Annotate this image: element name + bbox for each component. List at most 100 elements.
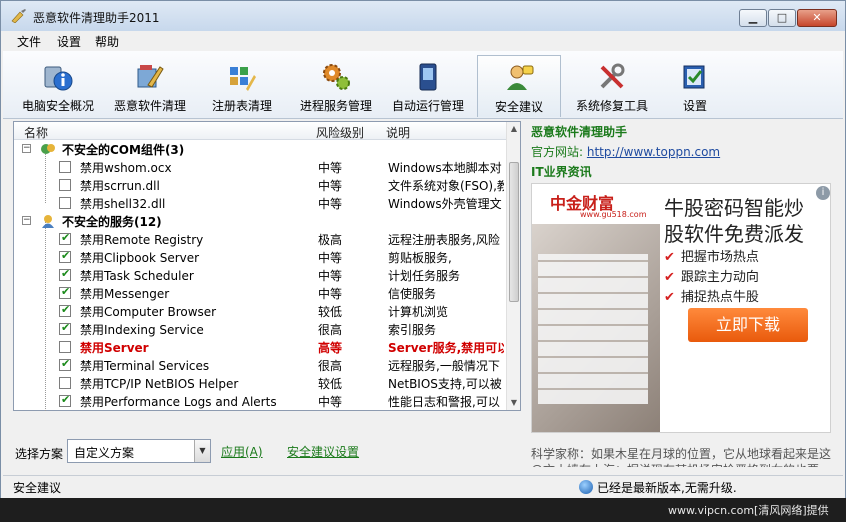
check-icon: ✔: [664, 250, 675, 265]
table-row[interactable]: 禁用shell32.dll 中等 Windows外壳管理文: [14, 194, 506, 212]
column-description[interactable]: 说明: [386, 124, 410, 141]
tools-icon: [600, 63, 625, 89]
collapse-icon[interactable]: −: [22, 216, 31, 225]
row-desc: 远程注册表服务,风险: [388, 233, 500, 247]
scheme-label: 选择方案: [15, 447, 64, 461]
chevron-down-icon[interactable]: ▼: [194, 440, 210, 462]
row-checkbox[interactable]: [59, 161, 71, 173]
table-row-highlighted[interactable]: 禁用Server 高等 Server服务,禁用可以: [14, 338, 506, 356]
column-name[interactable]: 名称: [24, 124, 48, 141]
status-text: 安全建议: [13, 481, 62, 495]
row-checkbox[interactable]: [59, 249, 71, 263]
table-row[interactable]: 禁用Messenger 中等 信使服务: [14, 284, 506, 302]
table-row[interactable]: 禁用scrrun.dll 中等 文件系统对象(FSO),教: [14, 176, 506, 194]
row-level: 很高: [318, 359, 343, 373]
row-checkbox[interactable]: [59, 179, 71, 191]
row-checkbox[interactable]: [59, 321, 71, 335]
row-checkbox[interactable]: [59, 303, 71, 317]
table-row[interactable]: 禁用Remote Registry 极高 远程注册表服务,风险: [14, 230, 506, 248]
info-panel: 恶意软件清理助手 官方网站: http://www.toppn.com IT业界…: [523, 121, 841, 467]
vertical-scrollbar[interactable]: ▲ ▼: [506, 122, 520, 410]
row-level: 中等: [318, 251, 343, 265]
news-ticker-item[interactable]: 科学家称：如果木星在月球的位置，它从地球看起来是这: [531, 445, 831, 462]
tool-settings[interactable]: 设置: [663, 55, 727, 117]
row-checkbox[interactable]: [59, 341, 71, 353]
broom-icon: [137, 65, 164, 88]
group-com[interactable]: − 不安全的COM组件(3): [14, 140, 506, 158]
maximize-button[interactable]: □: [768, 9, 796, 27]
official-site-label: 官方网站:: [531, 145, 584, 159]
row-level: 极高: [318, 233, 343, 247]
table-row[interactable]: 禁用Computer Browser 较低 计算机浏览: [14, 302, 506, 320]
table-row[interactable]: 禁用Performance Logs and Alerts 中等 性能日志和警报,可…: [14, 392, 506, 410]
scroll-thumb[interactable]: [509, 162, 519, 302]
official-site-link[interactable]: http://www.toppn.com: [587, 145, 720, 159]
row-level: 较低: [318, 305, 343, 319]
tree-rows: − 不安全的COM组件(3) 禁用wshom.ocx 中等 Windows本地脚本对…: [14, 140, 506, 412]
table-row[interactable]: 禁用Terminal Services 很高 远程服务,一般情况下: [14, 356, 506, 374]
table-row[interactable]: 禁用Indexing Service 很高 索引服务: [14, 320, 506, 338]
tool-security-advice[interactable]: 安全建议: [477, 55, 561, 117]
maximize-icon: □: [776, 11, 788, 24]
row-name: 禁用shell32.dll: [80, 197, 166, 211]
row-checkbox[interactable]: [59, 267, 71, 281]
row-name: 禁用Remote Registry: [80, 233, 204, 247]
column-risk-level[interactable]: 风险级别: [316, 124, 364, 141]
menu-settings[interactable]: 设置: [57, 33, 81, 50]
advice-settings-link[interactable]: 安全建议设置: [287, 443, 359, 460]
news-ticker-item[interactable]: @文小嫱在上海：据说现在某机场安检严格到女的也要: [531, 461, 819, 467]
tool-label: 系统修复工具: [575, 99, 648, 113]
app-name-label: 恶意软件清理助手: [531, 125, 628, 139]
tool-security-overview[interactable]: 电脑安全概况: [17, 55, 99, 117]
menu-file[interactable]: 文件: [17, 33, 41, 50]
ad-headline-1: 牛股密码智能炒: [664, 196, 804, 220]
close-icon: ✕: [812, 11, 822, 24]
ad-banner[interactable]: 中金财富 www.gu518.com i 牛股密码智能炒 股软件免费派发 ✔ 把握…: [531, 183, 831, 433]
group-services[interactable]: − 不安全的服务(12): [14, 212, 506, 230]
row-level: 很高: [318, 323, 343, 337]
tool-registry-cleanup[interactable]: 注册表清理: [201, 55, 283, 117]
tool-label: 注册表清理: [211, 99, 272, 113]
table-row[interactable]: 禁用wshom.ocx 中等 Windows本地脚本对: [14, 158, 506, 176]
row-checkbox[interactable]: [59, 357, 71, 371]
tool-process-service[interactable]: 进程服务管理: [293, 55, 379, 117]
table-row[interactable]: 禁用Task Scheduler 中等 计划任务服务: [14, 266, 506, 284]
close-button[interactable]: ✕: [797, 9, 837, 27]
row-checkbox[interactable]: [59, 393, 71, 407]
tool-system-repair[interactable]: 系统修复工具: [569, 55, 655, 117]
registry-icon: [230, 67, 256, 91]
app-broom-icon: [11, 9, 26, 23]
row-checkbox[interactable]: [59, 231, 71, 245]
tool-malware-cleanup[interactable]: 恶意软件清理: [107, 55, 193, 117]
collapse-icon[interactable]: −: [22, 144, 31, 153]
row-level: 高等: [318, 341, 343, 355]
ad-info-icon[interactable]: i: [816, 186, 830, 200]
minimize-button[interactable]: ▁: [739, 9, 767, 27]
title-bar[interactable]: 恶意软件清理助手2011 ▁ □ ✕: [1, 1, 845, 31]
row-name: 禁用Computer Browser: [80, 305, 217, 319]
ad-headline-2: 股软件免费派发: [664, 222, 804, 246]
scroll-down-icon[interactable]: ▼: [507, 396, 521, 410]
apply-link[interactable]: 应用(A): [221, 443, 263, 460]
tool-label: 电脑安全概况: [21, 99, 94, 113]
table-row[interactable]: 禁用Clipbook Server 中等 剪贴板服务,: [14, 248, 506, 266]
main-toolbar: 电脑安全概况 恶意软件清理 注册表清理 进程服务管理 自动运行管理 安全建议 系…: [3, 51, 843, 119]
row-desc: Windows本地脚本对: [388, 161, 502, 175]
column-header: 名称 风险级别 说明: [14, 122, 506, 140]
menu-help[interactable]: 帮助: [95, 33, 119, 50]
phone-icon: [419, 63, 437, 91]
row-checkbox[interactable]: [59, 197, 71, 209]
check-icon: ✔: [664, 270, 675, 285]
table-row[interactable]: 禁用TCP/IP NetBIOS Helper 较低 NetBIOS支持,可以被: [14, 374, 506, 392]
check-icon: ✔: [664, 290, 675, 305]
service-group-icon: [42, 215, 54, 228]
tool-label: 设置: [682, 99, 707, 113]
scroll-up-icon[interactable]: ▲: [507, 122, 521, 136]
row-checkbox[interactable]: [59, 285, 71, 299]
ad-download-button[interactable]: 立即下载: [688, 308, 808, 342]
ad-keys-image: [538, 254, 648, 404]
row-desc: Server服务,禁用可以: [388, 341, 504, 355]
row-checkbox[interactable]: [59, 377, 71, 389]
scheme-select[interactable]: 自定义方案 ▼: [67, 439, 211, 463]
tool-autorun[interactable]: 自动运行管理: [385, 55, 471, 117]
